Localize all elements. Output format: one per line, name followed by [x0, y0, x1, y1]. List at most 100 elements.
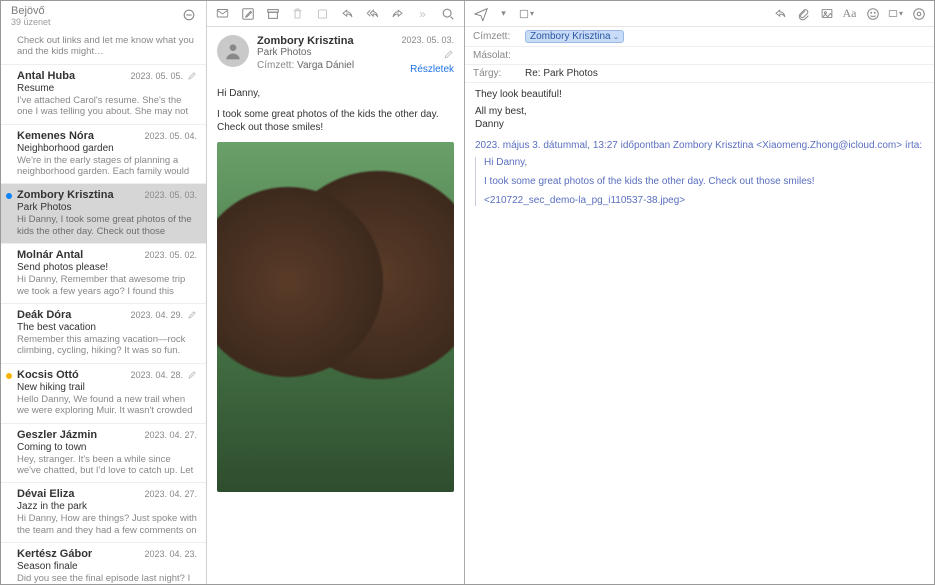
draft-icon	[187, 370, 197, 380]
message-subject: Coming to town	[17, 442, 197, 453]
message-item[interactable]: Dévai Eliza2023. 04. 27.Jazz in the park…	[1, 483, 206, 543]
to-label: Címzett:	[473, 31, 525, 42]
message-preview: Hi Danny, How are things? Just spoke wit…	[17, 513, 197, 536]
markup-icon[interactable]	[911, 6, 926, 21]
flag-dot	[6, 373, 12, 379]
message-item[interactable]: Kemenes Nóra2023. 05. 04.Neighborhood ga…	[1, 125, 206, 185]
message-sender: Zombory Krisztina	[17, 189, 114, 201]
format-icon[interactable]: Aa	[842, 6, 857, 21]
message-item[interactable]: Kertész Gábor 2023. 04. 23. Season finaleD…	[1, 543, 206, 584]
compose-subject-row[interactable]: Tárgy: Re: Park Photos	[465, 65, 934, 83]
message-date: 2023. 04. 23.	[144, 549, 197, 559]
message-item[interactable]: Zombory Krisztina2023. 05. 03.Park Photo…	[1, 184, 206, 244]
view-toolbar: »	[207, 1, 464, 27]
search-icon[interactable]	[440, 6, 455, 21]
view-to: Varga Dániel	[297, 60, 354, 71]
message-preview: Hey, stranger. It's been a while since w…	[17, 454, 197, 477]
message-subject: Send photos please!	[17, 262, 197, 273]
message-item[interactable]: Antal Huba2023. 05. 05.ResumeI've attach…	[1, 65, 206, 125]
subject-label: Tárgy:	[473, 68, 525, 79]
message-sender: Deák Dóra	[17, 309, 71, 321]
message-sender: Kocsis Ottó	[17, 369, 79, 381]
mailbox-name: Bejövő	[11, 5, 51, 17]
compose-column: ▾ ▾ Aa ▾ Címzett: Zombory Krisztina⌄ Más…	[465, 1, 934, 584]
message-date: 2023. 05. 05.	[130, 71, 197, 81]
message-list[interactable]: Check out links and let me know what you…	[1, 29, 206, 584]
inbox-header: Bejövő 39 üzenet	[1, 1, 206, 29]
body-greeting: Hi Danny,	[217, 87, 454, 100]
message-preview: Hello Danny, We found a new trail when w…	[17, 394, 197, 417]
archive-icon[interactable]	[265, 6, 280, 21]
compose-text: They look beautiful!	[475, 89, 924, 100]
message-subject: Resume	[17, 83, 197, 94]
reply-all-icon[interactable]	[365, 6, 380, 21]
photo-icon[interactable]	[819, 6, 834, 21]
forward-icon[interactable]	[390, 6, 405, 21]
message-date: 2023. 04. 29.	[130, 310, 197, 320]
trash-icon[interactable]	[290, 6, 305, 21]
compose-cc-row[interactable]: Másolat:	[465, 47, 934, 65]
draft-icon	[443, 49, 454, 60]
view-body: Hi Danny, I took some great photos of th…	[207, 79, 464, 584]
avatar	[217, 35, 249, 67]
message-date: 2023. 04. 28.	[130, 370, 197, 380]
email-photo	[217, 142, 454, 492]
inbox-column: Bejövő 39 üzenet Check out links and let…	[1, 1, 207, 584]
message-preview: Hi Danny, I took some great photos of th…	[17, 214, 197, 237]
message-sender: Geszler Jázmin	[17, 429, 97, 441]
details-link[interactable]: Részletek	[410, 64, 454, 75]
compose-to-row[interactable]: Címzett: Zombory Krisztina⌄	[465, 27, 934, 47]
chevron-down-icon: ⌄	[613, 32, 620, 41]
message-subject: Neighborhood garden	[17, 143, 197, 154]
subject-value: Re: Park Photos	[525, 68, 926, 79]
message-item[interactable]: Molnár Antal2023. 05. 02.Send photos ple…	[1, 244, 206, 304]
junk-icon[interactable]	[315, 6, 330, 21]
reply-icon[interactable]	[340, 6, 355, 21]
send-icon[interactable]	[473, 6, 488, 21]
priority-icon[interactable]: ▾	[519, 6, 534, 21]
view-header: Zombory Krisztina Park Photos Címzett: V…	[207, 27, 464, 79]
message-item[interactable]: Geszler Jázmin 2023. 04. 27. Coming to tow…	[1, 424, 206, 484]
view-subject: Park Photos	[257, 47, 393, 58]
message-item[interactable]: Check out links and let me know what you…	[1, 29, 206, 65]
envelope-icon[interactable]	[215, 6, 230, 21]
draft-icon	[187, 71, 197, 81]
message-item[interactable]: Kocsis Ottó2023. 04. 28.New hiking trail…	[1, 364, 206, 424]
compose-body[interactable]: They look beautiful! All my best, Danny …	[465, 83, 934, 584]
message-subject: Park Photos	[17, 202, 197, 213]
message-subject: Season finale	[17, 561, 197, 572]
message-sender: Molnár Antal	[17, 249, 83, 261]
emoji-icon[interactable]	[865, 6, 880, 21]
body-line: I took some great photos of the kids the…	[217, 108, 454, 134]
more-icon[interactable]: »	[415, 6, 430, 21]
message-preview: Check out links and let me know what you…	[17, 35, 197, 58]
compose-toolbar: ▾ ▾ Aa ▾	[465, 1, 934, 27]
header-dropdown-icon[interactable]: ▾	[496, 6, 511, 21]
mailbox-count: 39 üzenet	[11, 17, 51, 27]
message-subject: The best vacation	[17, 322, 197, 333]
media-dropdown-icon[interactable]: ▾	[888, 6, 903, 21]
message-sender: Kertész Gábor	[17, 548, 92, 560]
message-preview: Hi Danny, Remember that awesome trip we …	[17, 274, 197, 297]
message-date: 2023. 04. 27.	[144, 489, 197, 499]
compose-icon[interactable]	[240, 6, 255, 21]
message-preview: We're in the early stages of planning a …	[17, 155, 197, 178]
signature-line2: Danny	[475, 119, 924, 130]
message-sender: Kemenes Nóra	[17, 130, 94, 142]
quote-line: I took some great photos of the kids the…	[484, 176, 924, 187]
filter-icon[interactable]	[182, 8, 198, 24]
message-date: 2023. 04. 27.	[144, 430, 197, 440]
unread-dot	[6, 193, 12, 199]
view-from: Zombory Krisztina	[257, 35, 393, 47]
recipient-token[interactable]: Zombory Krisztina⌄	[525, 30, 624, 43]
message-item[interactable]: Deák Dóra 2023. 04. 29. The best vacationR…	[1, 304, 206, 364]
view-to-label: Címzett:	[257, 60, 294, 71]
message-subject: Jazz in the park	[17, 501, 197, 512]
draft-icon	[187, 310, 197, 320]
reply-compose-icon[interactable]	[773, 6, 788, 21]
message-sender: Antal Huba	[17, 70, 75, 82]
message-preview: Remember this amazing vacation—rock clim…	[17, 334, 197, 357]
message-preview: Did you see the final episode last night…	[17, 573, 197, 584]
attach-icon[interactable]	[796, 6, 811, 21]
quote-attachment: <210722_sec_demo-la_pg_i110537-38.jpeg>	[484, 195, 924, 206]
